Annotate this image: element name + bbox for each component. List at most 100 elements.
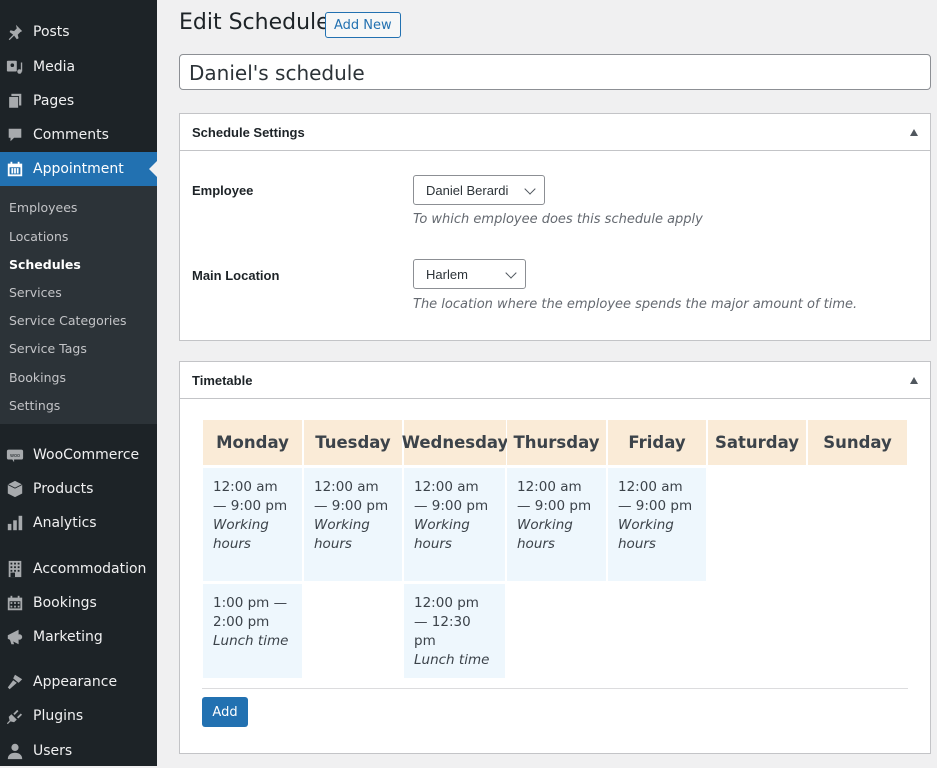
- employee-label: Employee: [192, 183, 254, 198]
- menu-item-media[interactable]: Media: [0, 50, 157, 84]
- megaphone-icon: [5, 627, 25, 647]
- timeslot-cell[interactable]: 12:00 am — 9:00 pm Working hours: [507, 468, 606, 581]
- svg-text:woo: woo: [10, 453, 20, 459]
- menu-item-plugins[interactable]: Plugins: [0, 699, 157, 733]
- chevron-down-icon: [524, 183, 536, 195]
- menu-item-woocommerce[interactable]: woo WooCommerce: [0, 438, 157, 472]
- location-select[interactable]: Harlem: [413, 259, 526, 289]
- schedule-settings-box: Schedule Settings Employee Daniel Berard…: [179, 113, 931, 341]
- timetable-header[interactable]: Timetable: [180, 362, 930, 399]
- submenu-locations[interactable]: Locations: [9, 229, 68, 244]
- timeslot-time: 12:00 pm — 12:30 pm: [414, 595, 479, 649]
- timeslot-time: 1:00 pm — 2:00 pm: [213, 595, 288, 630]
- add-new-button[interactable]: Add New: [325, 12, 401, 38]
- menu-label: Media: [33, 59, 76, 75]
- timeslot-kind: Lunch time: [213, 633, 289, 649]
- schedule-settings-title: Schedule Settings: [192, 124, 305, 140]
- menu-label: Products: [33, 481, 94, 497]
- menu-item-products[interactable]: Products: [0, 472, 157, 506]
- timeslot-kind: Lunch time: [414, 652, 490, 668]
- menu-item-bookings[interactable]: Bookings: [0, 586, 157, 620]
- menu-label: Comments: [33, 127, 109, 143]
- timeslot-kind: Working hours: [213, 517, 269, 552]
- timeslot-time: 12:00 am — 9:00 pm: [517, 479, 592, 514]
- divider: [202, 688, 908, 689]
- main-location-label: Main Location: [192, 268, 280, 283]
- collapse-arrow-icon[interactable]: [910, 376, 918, 384]
- menu-item-posts[interactable]: Posts: [0, 15, 157, 49]
- media-icon: [5, 57, 25, 77]
- timeslot-cell[interactable]: 12:00 pm — 12:30 pm Lunch time: [404, 584, 505, 678]
- timeslot-cell[interactable]: 12:00 am — 9:00 pm Working hours: [404, 468, 505, 581]
- submenu-service-categories[interactable]: Service Categories: [9, 313, 127, 328]
- add-timeslot-button[interactable]: Add: [202, 697, 248, 727]
- menu-item-pages[interactable]: Pages: [0, 84, 157, 118]
- location-description: The location where the employee spends t…: [413, 297, 858, 312]
- submenu-service-tags[interactable]: Service Tags: [9, 341, 87, 356]
- submenu-services[interactable]: Services: [9, 285, 62, 300]
- menu-item-accommodation[interactable]: Accommodation: [0, 552, 157, 586]
- timeslot-cell[interactable]: 12:00 am — 9:00 pm Working hours: [203, 468, 302, 581]
- day-header-sunday: Sunday: [808, 420, 907, 465]
- collapse-arrow-icon[interactable]: [910, 128, 918, 136]
- bar-chart-icon: [5, 513, 25, 533]
- pin-icon: [5, 22, 25, 42]
- menu-label: Analytics: [33, 515, 97, 531]
- timeslot-time: 12:00 am — 9:00 pm: [213, 479, 288, 514]
- timeslot-cell[interactable]: 12:00 am — 9:00 pm Working hours: [304, 468, 402, 581]
- user-icon: [5, 741, 25, 761]
- building-icon: [5, 559, 25, 579]
- admin-sidebar: Posts Media Pages Comments Appointment E…: [0, 0, 157, 766]
- chevron-down-icon: [505, 267, 517, 279]
- menu-label: Appointment: [33, 161, 124, 177]
- calendar-icon: [5, 159, 25, 179]
- menu-label: Appearance: [33, 674, 118, 690]
- day-header-wednesday: Wednesday: [402, 420, 508, 465]
- employee-select-value: Daniel Berardi: [426, 182, 509, 198]
- schedule-title-input[interactable]: Daniel's schedule: [179, 54, 931, 90]
- timeslot-kind: Working hours: [414, 517, 470, 552]
- submenu-schedules[interactable]: Schedules: [9, 257, 81, 272]
- day-header-thursday: Thursday: [507, 420, 606, 465]
- timeslot-kind: Working hours: [314, 517, 370, 552]
- employee-description: To which employee does this schedule app…: [413, 212, 703, 227]
- menu-label: WooCommerce: [33, 447, 140, 463]
- menu-item-appointment[interactable]: Appointment: [0, 152, 157, 186]
- menu-label: Pages: [33, 93, 75, 109]
- submenu-settings[interactable]: Settings: [9, 398, 60, 413]
- day-header-saturday: Saturday: [708, 420, 806, 465]
- timeslot-cell[interactable]: 12:00 am — 9:00 pm Working hours: [608, 468, 706, 581]
- menu-label: Marketing: [33, 629, 103, 645]
- day-header-monday: Monday: [203, 420, 302, 465]
- menu-label: Accommodation: [33, 561, 147, 577]
- timeslot-cell[interactable]: 1:00 pm — 2:00 pm Lunch time: [203, 584, 302, 678]
- schedule-settings-header[interactable]: Schedule Settings: [180, 114, 930, 151]
- calendar-icon: [5, 593, 25, 613]
- plug-icon: [5, 706, 25, 726]
- timeslot-time: 12:00 am — 9:00 pm: [414, 479, 489, 514]
- menu-item-comments[interactable]: Comments: [0, 118, 157, 152]
- menu-item-users[interactable]: Users: [0, 734, 157, 768]
- day-header-tuesday: Tuesday: [304, 420, 402, 465]
- timetable-title: Timetable: [192, 372, 253, 388]
- pages-icon: [5, 91, 25, 111]
- submenu-bookings[interactable]: Bookings: [9, 370, 66, 385]
- menu-item-appearance[interactable]: Appearance: [0, 665, 157, 699]
- submenu-employees[interactable]: Employees: [9, 200, 77, 215]
- menu-label: Posts: [33, 24, 70, 40]
- timeslot-time: 12:00 am — 9:00 pm: [314, 479, 389, 514]
- timeslot-kind: Working hours: [517, 517, 573, 552]
- page-title: Edit Schedule: [179, 10, 330, 35]
- timeslot-time: 12:00 am — 9:00 pm: [618, 479, 693, 514]
- timeslot-kind: Working hours: [618, 517, 674, 552]
- menu-label: Plugins: [33, 708, 84, 724]
- woo-icon: woo: [5, 445, 25, 465]
- day-header-friday: Friday: [608, 420, 706, 465]
- menu-label: Users: [33, 743, 73, 759]
- appointment-submenu: Employees Locations Schedules Services S…: [0, 186, 157, 424]
- menu-item-marketing[interactable]: Marketing: [0, 620, 157, 654]
- comment-icon: [5, 125, 25, 145]
- employee-select[interactable]: Daniel Berardi: [413, 175, 545, 205]
- menu-item-analytics[interactable]: Analytics: [0, 506, 157, 540]
- timetable-box: Timetable Monday Tuesday Wednesday Thurs…: [179, 361, 931, 754]
